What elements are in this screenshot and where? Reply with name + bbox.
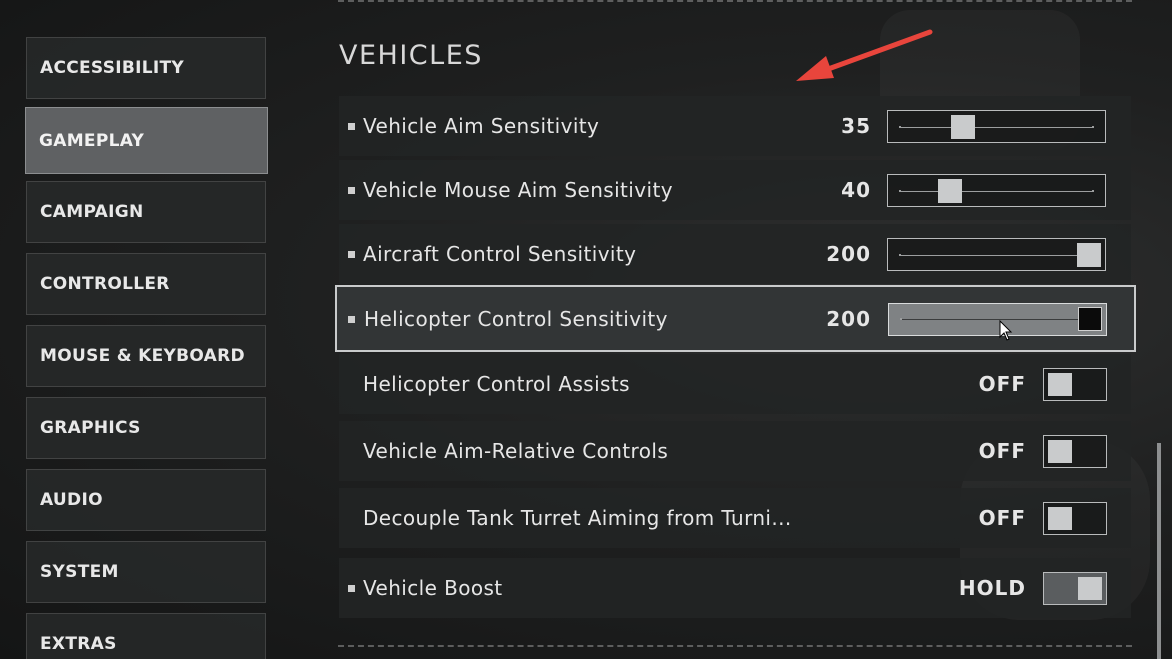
setting-row-vehicle-mouse-aim-sensitivity[interactable]: Vehicle Mouse Aim Sensitivity 40 — [339, 160, 1131, 220]
setting-row-helicopter-control-sensitivity[interactable]: Helicopter Control Sensitivity 200 — [335, 285, 1136, 352]
slider-tick — [900, 318, 902, 320]
section-title: VEHICLES — [339, 40, 483, 71]
setting-row-aircraft-control-sensitivity[interactable]: Aircraft Control Sensitivity 200 — [339, 224, 1131, 284]
slider-thumb[interactable] — [951, 114, 976, 139]
sensitivity-slider[interactable] — [888, 302, 1107, 336]
setting-label: Vehicle Aim Sensitivity — [363, 114, 600, 138]
setting-label: Decouple Tank Turret Aiming from Turni..… — [363, 506, 792, 530]
slider-track — [900, 254, 1093, 256]
setting-label: Vehicle Mouse Aim Sensitivity — [363, 178, 673, 202]
setting-label: Vehicle Aim-Relative Controls — [363, 439, 669, 463]
toggle-thumb — [1048, 373, 1072, 396]
sensitivity-slider[interactable] — [887, 110, 1106, 143]
modified-bullet — [348, 585, 355, 592]
top-divider — [338, 0, 1132, 2]
setting-row-decouple-tank-turret[interactable]: Decouple Tank Turret Aiming from Turni..… — [339, 488, 1131, 548]
setting-row-vehicle-aim-sensitivity[interactable]: Vehicle Aim Sensitivity 35 — [339, 96, 1131, 156]
setting-row-helicopter-control-assists[interactable]: Helicopter Control Assists OFF — [339, 354, 1131, 414]
setting-label: Helicopter Control Assists — [363, 372, 630, 396]
sidebar-item-label: ACCESSIBILITY — [40, 58, 185, 78]
toggle-switch[interactable] — [1043, 502, 1107, 535]
modified-bullet — [348, 187, 355, 194]
sidebar-item-label: EXTRAS — [40, 634, 117, 654]
slider-thumb[interactable] — [938, 178, 963, 203]
bottom-divider — [338, 645, 1132, 647]
sidebar-item-label: CAMPAIGN — [40, 202, 144, 222]
sidebar-item-campaign[interactable]: CAMPAIGN — [26, 181, 266, 243]
modified-bullet — [348, 315, 355, 323]
slider-thumb[interactable] — [1078, 307, 1102, 331]
slider-tick — [899, 125, 901, 128]
sidebar-item-graphics[interactable]: GRAPHICS — [26, 397, 266, 459]
sidebar-item-label: MOUSE & KEYBOARD — [40, 346, 245, 366]
setting-row-vehicle-boost[interactable]: Vehicle Boost HOLD — [339, 558, 1131, 618]
sidebar-item-label: GRAPHICS — [40, 418, 141, 438]
slider-thumb[interactable] — [1077, 242, 1101, 267]
setting-value: 40 — [841, 178, 871, 202]
setting-label: Helicopter Control Sensitivity — [364, 306, 668, 331]
sidebar-item-label: CONTROLLER — [40, 274, 170, 294]
toggle-state-text: HOLD — [958, 576, 1026, 600]
slider-tick — [1092, 125, 1094, 128]
setting-value: 35 — [841, 114, 871, 138]
setting-label: Aircraft Control Sensitivity — [363, 242, 637, 266]
sensitivity-slider[interactable] — [887, 238, 1106, 271]
slider-track — [900, 126, 1093, 128]
toggle-state-text: OFF — [978, 439, 1026, 463]
red-arrow-icon — [796, 29, 933, 81]
slider-tick — [1092, 189, 1094, 192]
toggle-state-text: OFF — [978, 372, 1026, 396]
scrollbar[interactable] — [1157, 443, 1161, 659]
slider-tick — [899, 253, 901, 256]
sensitivity-slider[interactable] — [887, 174, 1106, 207]
slider-track — [900, 190, 1093, 192]
slider-tick — [899, 189, 901, 192]
setting-row-vehicle-aim-relative-controls[interactable]: Vehicle Aim-Relative Controls OFF — [339, 421, 1131, 481]
toggle-state-text: OFF — [978, 506, 1026, 530]
toggle-thumb — [1048, 507, 1072, 530]
setting-label: Vehicle Boost — [363, 576, 503, 600]
sidebar-item-controller[interactable]: CONTROLLER — [26, 253, 266, 315]
sidebar-item-mouse-keyboard[interactable]: MOUSE & KEYBOARD — [26, 325, 266, 387]
sidebar-item-label: AUDIO — [40, 490, 103, 510]
toggle-switch[interactable] — [1043, 435, 1107, 468]
sidebar-item-extras[interactable]: EXTRAS — [26, 613, 266, 659]
setting-value: 200 — [826, 242, 871, 266]
sidebar-item-gameplay[interactable]: GAMEPLAY — [25, 107, 268, 174]
toggle-thumb — [1078, 577, 1102, 600]
sidebar-item-audio[interactable]: AUDIO — [26, 469, 266, 531]
sidebar-item-system[interactable]: SYSTEM — [26, 541, 266, 603]
toggle-switch[interactable] — [1043, 368, 1107, 401]
sidebar-item-label: GAMEPLAY — [39, 130, 145, 151]
slider-track — [901, 319, 1094, 320]
sidebar-item-label: SYSTEM — [40, 562, 119, 582]
sidebar-item-accessibility[interactable]: ACCESSIBILITY — [26, 37, 266, 99]
modified-bullet — [348, 123, 355, 130]
toggle-switch[interactable] — [1043, 572, 1107, 605]
mouse-cursor-icon — [999, 320, 1013, 341]
setting-value: 200 — [826, 306, 871, 331]
toggle-thumb — [1048, 440, 1072, 463]
modified-bullet — [348, 251, 355, 258]
